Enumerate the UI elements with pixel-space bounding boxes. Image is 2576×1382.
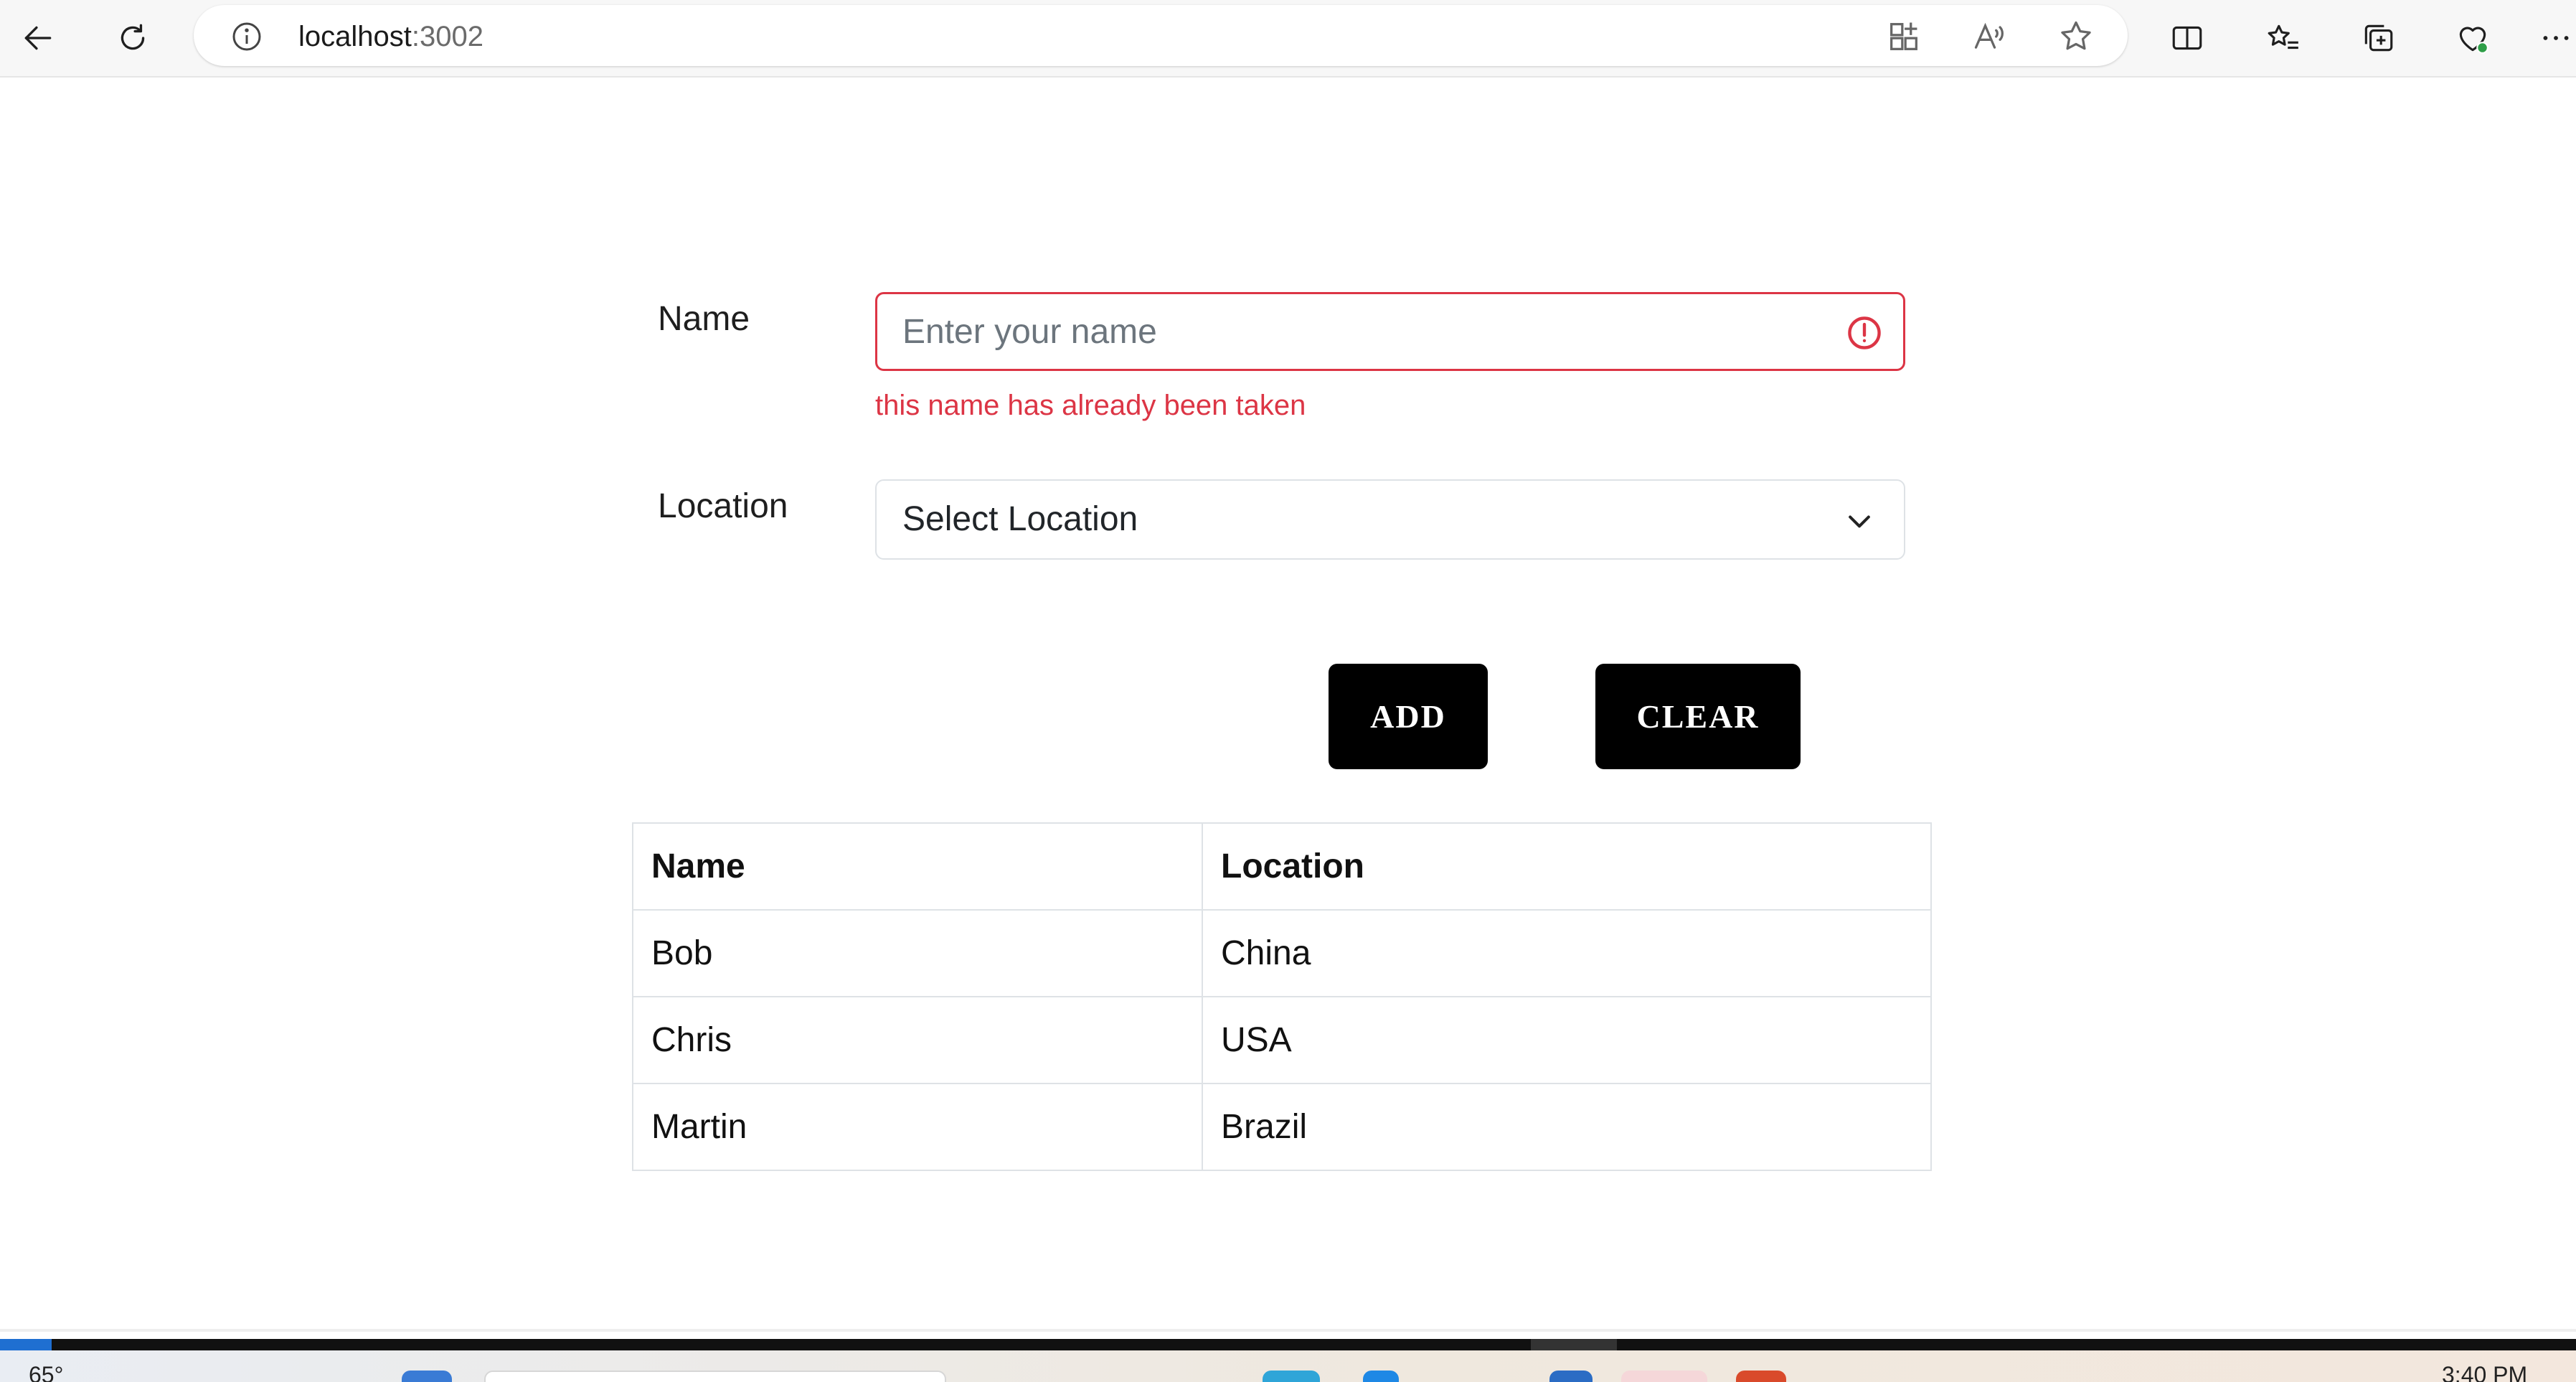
name-error-message: this name has already been taken xyxy=(875,390,1306,421)
alert-circle-icon xyxy=(1846,314,1883,352)
column-header-name: Name xyxy=(632,822,1203,911)
url-host: localhost xyxy=(298,21,412,52)
search-bar[interactable] xyxy=(484,1371,946,1382)
add-button[interactable]: ADD xyxy=(1329,664,1488,769)
location-selected-value: Select Location xyxy=(902,500,1138,538)
location-label: Location xyxy=(658,487,788,525)
cell-name: Martin xyxy=(632,1083,1203,1171)
taskbar-app-icon[interactable] xyxy=(1363,1371,1399,1382)
location-select[interactable]: Select Location xyxy=(875,479,1905,560)
people-table: Name Location Bob China Chris USA Martin… xyxy=(632,822,1932,1171)
cell-location: Brazil xyxy=(1202,1083,1932,1171)
start-icon[interactable] xyxy=(402,1371,452,1382)
scrollbar-thumb[interactable] xyxy=(1531,1339,1617,1350)
taskbar-app-icon[interactable] xyxy=(1549,1371,1593,1382)
more-menu-icon[interactable] xyxy=(2531,13,2576,63)
clear-button[interactable]: CLEAR xyxy=(1595,664,1801,769)
favorites-list-icon[interactable] xyxy=(2258,13,2308,63)
table-row: Chris USA xyxy=(632,996,1932,1084)
name-input[interactable] xyxy=(875,292,1905,371)
collections-icon[interactable] xyxy=(2353,13,2403,63)
table-row: Bob China xyxy=(632,909,1932,997)
weather-temperature[interactable]: 65° xyxy=(29,1360,63,1382)
info-icon[interactable] xyxy=(230,19,264,54)
scrollbar-accent xyxy=(0,1339,52,1350)
url-port: :3002 xyxy=(411,21,483,52)
table-header-row: Name Location xyxy=(632,822,1932,911)
chevron-down-icon xyxy=(1844,505,1875,537)
cell-location: China xyxy=(1202,909,1932,997)
horizontal-scrollbar[interactable] xyxy=(0,1339,2576,1350)
refresh-icon[interactable] xyxy=(108,13,158,63)
favorite-star-icon[interactable] xyxy=(2057,18,2095,55)
browser-toolbar: localhost:3002 xyxy=(0,0,2576,77)
column-header-location: Location xyxy=(1202,822,1932,911)
split-screen-icon[interactable] xyxy=(2162,13,2212,63)
url-text[interactable]: localhost:3002 xyxy=(298,19,483,54)
back-arrow-icon[interactable] xyxy=(13,13,63,63)
table-row: Martin Brazil xyxy=(632,1083,1932,1171)
cell-location: USA xyxy=(1202,996,1932,1084)
address-bar[interactable]: localhost:3002 xyxy=(194,5,2128,66)
taskbar-app-icon[interactable] xyxy=(1263,1371,1320,1382)
read-aloud-icon[interactable] xyxy=(1971,18,2009,55)
page-divider xyxy=(0,1329,2576,1332)
browser-window: localhost:3002 Name Enter your name this… xyxy=(0,0,2576,1382)
taskbar-app-icon[interactable] xyxy=(1621,1371,1707,1382)
clock[interactable]: 3:40 PM xyxy=(2442,1360,2527,1382)
taskbar: 65° 3:40 PM xyxy=(0,1350,2576,1382)
cell-name: Bob xyxy=(632,909,1203,997)
app-grid-icon[interactable] xyxy=(1885,18,1922,55)
browser-essentials-icon[interactable] xyxy=(2448,13,2498,63)
name-label: Name xyxy=(658,300,750,338)
taskbar-app-icon[interactable] xyxy=(1736,1371,1786,1382)
cell-name: Chris xyxy=(632,996,1203,1084)
